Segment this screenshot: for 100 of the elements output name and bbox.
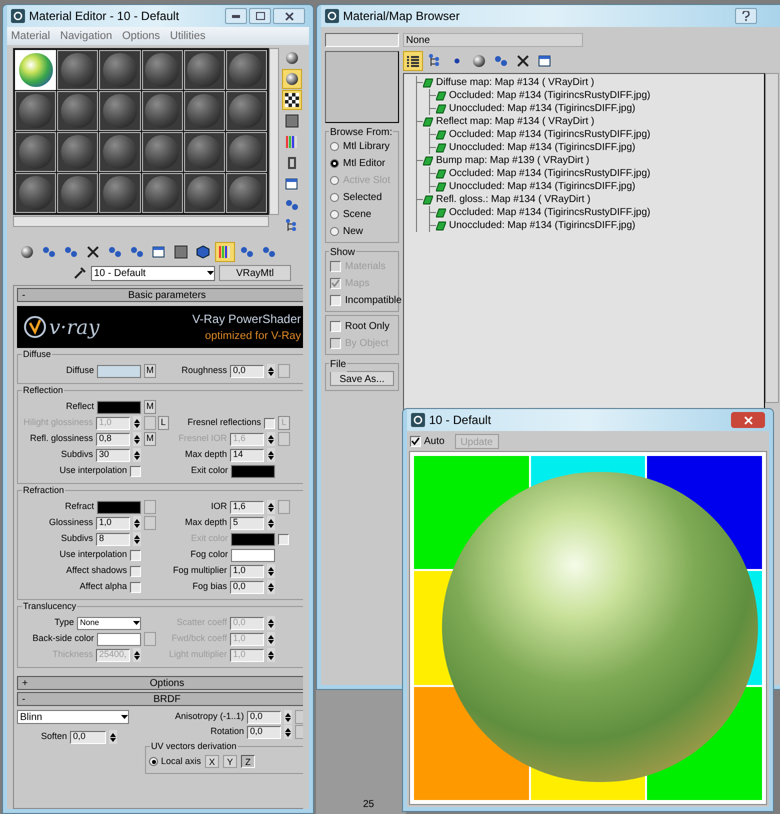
rollout-header[interactable]: - Basic parameters — [17, 288, 303, 302]
material-sample-slot[interactable] — [57, 91, 98, 131]
material-name-dropdown[interactable]: 10 - Default — [91, 266, 215, 280]
checkbox[interactable] — [130, 582, 141, 592]
number-field[interactable]: 5 — [230, 516, 264, 530]
spinner-arrows-icon[interactable] — [133, 432, 141, 446]
material-sample-slot[interactable] — [15, 173, 56, 213]
number-field[interactable]: 0,0 — [247, 710, 282, 724]
number-field[interactable]: 0,8 — [96, 432, 130, 446]
number-field[interactable]: 1,0 — [96, 516, 130, 530]
checkbox[interactable] — [330, 295, 341, 306]
spinner-arrows-icon[interactable] — [267, 364, 276, 378]
number-field[interactable]: 0,0 — [230, 364, 264, 378]
spinner-arrows-icon[interactable] — [284, 710, 292, 724]
tree-item[interactable]: Unoccluded: Map #134 (TigirincsDIFF.jpg) — [449, 179, 636, 194]
axis-button[interactable]: X — [205, 755, 220, 768]
number-field[interactable]: 0,0 — [70, 730, 106, 744]
spinner-arrows-icon[interactable] — [267, 564, 276, 578]
spinner-arrows-icon[interactable] — [267, 432, 276, 446]
spinner-arrows-icon[interactable] — [267, 616, 276, 630]
spinner-arrows-icon[interactable] — [133, 648, 141, 662]
radio-button[interactable] — [330, 210, 339, 219]
tree-item[interactable]: Diffuse map: Map #134 ( VRayDirt ) — [436, 75, 594, 90]
axis-button[interactable]: Y — [223, 755, 238, 768]
name-field[interactable]: None — [403, 33, 583, 47]
number-field[interactable]: 30 — [96, 448, 130, 462]
color-swatch[interactable] — [97, 500, 141, 514]
checkbox[interactable] — [130, 566, 141, 576]
close-icon[interactable] — [731, 412, 765, 428]
material-type-button[interactable]: VRayMtl — [219, 265, 291, 281]
tree-item[interactable]: Unoccluded: Map #134 (TigirincsDIFF.jpg) — [449, 101, 636, 116]
number-field[interactable]: 8 — [96, 532, 130, 546]
material-sample-slot[interactable] — [99, 173, 140, 213]
material-sample-slot[interactable] — [184, 50, 225, 90]
spinner-arrows-icon[interactable] — [133, 448, 141, 462]
number-field[interactable]: 0,0 — [247, 726, 282, 738]
material-sample-slot[interactable] — [226, 132, 267, 172]
checkbox[interactable] — [130, 550, 141, 560]
checkbox[interactable] — [264, 418, 276, 428]
tree-item[interactable]: Occluded: Map #134 (TigirincsRustyDIFF.jpg) — [449, 127, 650, 142]
eyedropper-icon[interactable] — [73, 266, 87, 280]
radio-button[interactable] — [330, 193, 339, 202]
checker-icon[interactable] — [282, 90, 302, 110]
tree-item[interactable]: Bump map: Map #139 ( VRayDirt ) — [436, 153, 590, 168]
spinner-arrows-icon[interactable] — [267, 516, 276, 530]
type-dropdown[interactable]: None — [77, 616, 141, 630]
color-swatch[interactable] — [97, 400, 141, 414]
menu-item[interactable]: Navigation — [60, 28, 112, 44]
material-sample-slot[interactable] — [142, 173, 183, 213]
radio-button[interactable] — [330, 227, 339, 236]
checkbox[interactable] — [130, 466, 141, 476]
color-swatch[interactable] — [97, 364, 141, 378]
material-sample-slot[interactable] — [57, 132, 98, 172]
spinner-arrows-icon[interactable] — [133, 416, 141, 430]
maximize-icon[interactable] — [249, 8, 271, 24]
spinner-arrows-icon[interactable] — [109, 730, 118, 744]
tree-item[interactable]: Unoccluded: Map #134 (TigirincsDIFF.jpg) — [449, 140, 636, 155]
material-sample-slot[interactable] — [15, 132, 56, 172]
menu-item[interactable]: Utilities — [170, 28, 206, 44]
save-as-button[interactable]: Save As... — [330, 371, 394, 386]
spinner-arrows-icon[interactable] — [267, 648, 276, 662]
tree-item[interactable]: Occluded: Map #134 (TigirincsRustyDIFF.jpg) — [449, 88, 650, 103]
material-sample-slot[interactable] — [99, 132, 140, 172]
material-sample-slot[interactable] — [15, 91, 56, 131]
tree-item[interactable]: Occluded: Map #134 (TigirincsRustyDIFF.jpg) — [449, 205, 650, 220]
number-field[interactable]: 0,0 — [230, 580, 264, 594]
color-swatch[interactable] — [231, 548, 276, 562]
map-button[interactable]: M — [144, 400, 156, 414]
help-icon[interactable] — [735, 8, 757, 24]
color-bars-icon[interactable] — [215, 242, 235, 262]
tree-item[interactable]: Unoccluded: Map #134 (TigirincsDIFF.jpg) — [449, 218, 636, 233]
tree-item[interactable]: Refl. gloss.: Map #134 ( VRayDirt ) — [436, 192, 590, 207]
material-sample-slot[interactable] — [99, 91, 140, 131]
minimize-icon[interactable] — [225, 8, 247, 24]
rollout-header[interactable]: - BRDF — [17, 692, 303, 706]
spinner-arrows-icon[interactable] — [133, 532, 141, 546]
spinner-arrows-icon[interactable] — [267, 632, 276, 646]
material-sample-slot[interactable] — [226, 50, 267, 90]
material-sample-slot[interactable] — [184, 173, 225, 213]
color-swatch[interactable] — [231, 464, 276, 478]
material-sample-slot[interactable] — [99, 50, 140, 90]
material-sample-slot[interactable] — [142, 132, 183, 172]
close-icon[interactable] — [273, 8, 305, 24]
menu-item[interactable]: Material — [11, 28, 50, 44]
material-sample-slot[interactable] — [226, 173, 267, 213]
color-swatch[interactable] — [97, 632, 141, 646]
material-sample-slot[interactable] — [142, 50, 183, 90]
number-field[interactable]: 1,6 — [230, 500, 264, 514]
material-sample-slot[interactable] — [184, 132, 225, 172]
axis-button[interactable]: Z — [241, 755, 256, 768]
material-sample-slot[interactable] — [142, 91, 183, 131]
spinner-arrows-icon[interactable] — [267, 500, 276, 514]
material-sample-slot[interactable] — [57, 50, 98, 90]
radio-button[interactable] — [330, 159, 339, 168]
list-icon[interactable] — [403, 51, 423, 71]
tree-item[interactable]: Reflect map: Map #134 ( VRayDirt ) — [436, 114, 594, 129]
rollout-header[interactable]: + Options — [17, 676, 303, 690]
spinner-arrows-icon[interactable] — [284, 725, 292, 739]
spinner-arrows-icon[interactable] — [267, 448, 276, 462]
brdf-type-dropdown[interactable]: Blinn — [17, 710, 129, 724]
